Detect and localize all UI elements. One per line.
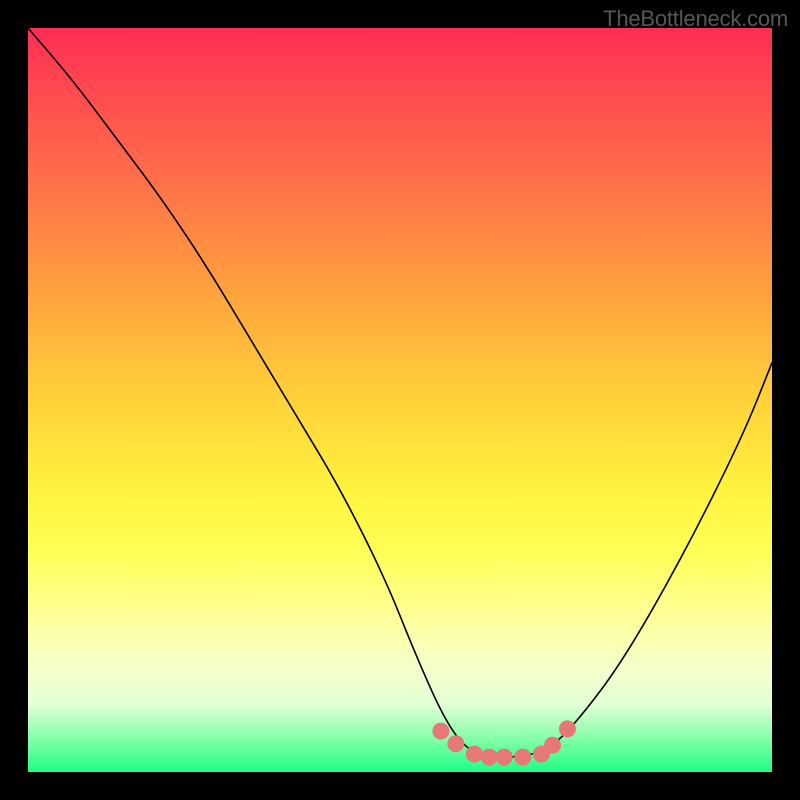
highlight-dot	[481, 749, 498, 766]
bottleneck-curve	[28, 28, 772, 757]
highlight-dot	[496, 749, 513, 766]
plot-area	[28, 28, 772, 772]
highlight-dot	[559, 720, 576, 737]
highlight-dot	[514, 749, 531, 766]
highlight-dots	[432, 720, 575, 765]
chart-frame: TheBottleneck.com	[0, 0, 800, 800]
highlight-dot	[544, 737, 561, 754]
chart-svg	[28, 28, 772, 772]
watermark-text: TheBottleneck.com	[603, 6, 788, 32]
highlight-dot	[466, 746, 483, 763]
highlight-dot	[432, 723, 449, 740]
highlight-dot	[447, 735, 464, 752]
